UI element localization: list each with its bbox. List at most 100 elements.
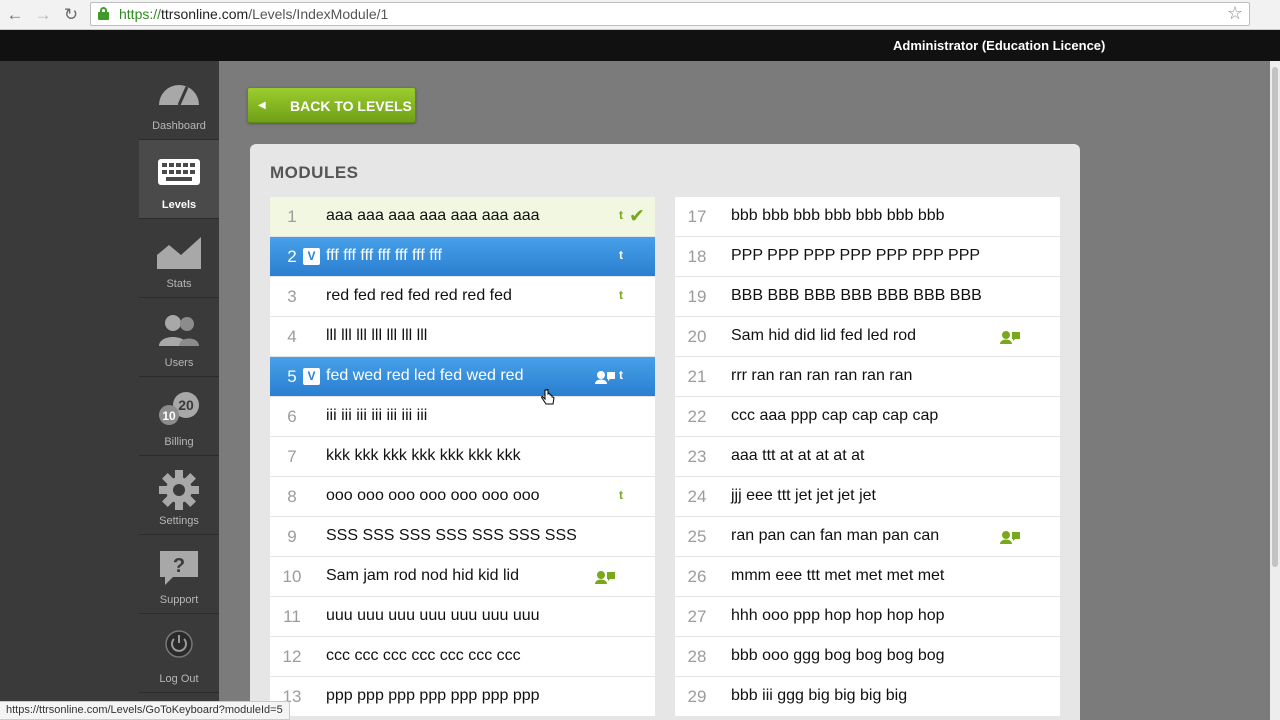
svg-text:?: ? [173, 555, 185, 577]
module-row[interactable]: 29 bbb iii ggg big big big big [675, 677, 1060, 717]
module-row[interactable]: 17 bbb bbb bbb bbb bbb bbb bbb [675, 197, 1060, 237]
module-number: 29 [687, 687, 707, 706]
sidebar-item-settings[interactable]: Settings [139, 456, 219, 535]
sidebar-item-log-out[interactable]: Log Out [139, 614, 219, 693]
sidebar-item-label: Log Out [159, 673, 199, 685]
module-number: 8 [287, 487, 297, 506]
module-row[interactable]: 5 Vfed wed red led fed wed red t [270, 357, 655, 397]
module-number: 7 [287, 447, 297, 466]
module-row[interactable]: 11 uuu uuu uuu uuu uuu uuu uuu [270, 597, 655, 637]
sidebar-item-users[interactable]: Users [139, 298, 219, 377]
module-text: rrr ran ran ran ran ran ran [731, 367, 913, 384]
sidebar-item-label: Billing [164, 436, 194, 448]
sidebar-item-levels[interactable]: Levels [139, 140, 219, 219]
module-text: aaa aaa aaa aaa aaa aaa aaa [326, 207, 540, 224]
module-number: 10 [282, 567, 302, 586]
url-text: https://ttrsonline.com/Levels/IndexModul… [119, 6, 389, 22]
module-row[interactable]: 20 Sam hid did lid fed led rod [675, 317, 1060, 357]
module-row[interactable]: 9 SSS SSS SSS SSS SSS SSS SSS [270, 517, 655, 557]
sidebar-item-billing[interactable]: 20 10 Billing [139, 377, 219, 456]
svg-text:20: 20 [178, 397, 194, 413]
user-chat-icon[interactable] [595, 570, 615, 584]
module-text: Sam hid did lid fed led rod [731, 327, 916, 344]
module-number: 26 [687, 567, 707, 586]
module-text: bbb iii ggg big big big big [731, 687, 908, 704]
module-row[interactable]: 6 iii iii iii iii iii iii iii [270, 397, 655, 437]
sidebar-item-label: Stats [166, 278, 192, 290]
scrollbar[interactable] [1270, 61, 1280, 720]
video-badge[interactable]: V [303, 368, 320, 385]
module-number: 20 [687, 327, 707, 346]
user-chat-icon[interactable] [1000, 330, 1020, 344]
bookmark-star-icon[interactable]: ☆ [1227, 3, 1243, 24]
module-row[interactable]: 1 aaa aaa aaa aaa aaa aaa aaa t ✔ [270, 197, 655, 237]
sidebar-item-label: Levels [161, 199, 197, 211]
video-badge[interactable]: V [303, 248, 320, 265]
address-bar[interactable]: https://ttrsonline.com/Levels/IndexModul… [90, 2, 1250, 26]
test-badge[interactable]: t [619, 368, 623, 382]
module-number: 17 [687, 207, 707, 226]
user-chat-icon[interactable] [1000, 530, 1020, 544]
forward-arrow-icon[interactable]: → [32, 4, 54, 26]
test-badge[interactable]: t [619, 208, 623, 222]
module-row[interactable]: 23 aaa ttt at at at at at [675, 437, 1060, 477]
svg-text:10: 10 [162, 409, 176, 423]
module-row[interactable]: 19 BBB BBB BBB BBB BBB BBB BBB [675, 277, 1060, 317]
module-text: kkk kkk kkk kkk kkk kkk kkk [326, 447, 521, 464]
test-badge[interactable]: t [619, 288, 623, 302]
browser-toolbar: ← → ↻ https://ttrsonline.com/Levels/Inde… [0, 0, 1280, 30]
module-number: 1 [287, 207, 297, 226]
module-text: bbb bbb bbb bbb bbb bbb bbb [731, 207, 945, 224]
module-row[interactable]: 8 ooo ooo ooo ooo ooo ooo ooo t [270, 477, 655, 517]
module-text: Sam jam rod nod hid kid lid [326, 567, 519, 584]
user-name[interactable]: Administrator (Education Licence) [893, 38, 1105, 53]
module-row[interactable]: 28 bbb ooo ggg bog bog bog bog [675, 637, 1060, 677]
module-row[interactable]: 4 lll lll lll lll lll lll lll [270, 317, 655, 357]
module-row[interactable]: 10 Sam jam rod nod hid kid lid [270, 557, 655, 597]
module-row[interactable]: 12 ccc ccc ccc ccc ccc ccc ccc [270, 637, 655, 677]
sidebar-item-stats[interactable]: Stats [139, 219, 219, 298]
module-text: PPP PPP PPP PPP PPP PPP PPP [731, 247, 981, 264]
modules-list-right: 17 bbb bbb bbb bbb bbb bbb bbb 18 PPP PPP P… [675, 197, 1060, 717]
gear-icon [157, 470, 201, 510]
module-text: hhh ooo ppp hop hop hop hop [731, 607, 945, 624]
module-row[interactable]: 2 Vfff fff fff fff fff fff fff t [270, 237, 655, 277]
back-to-levels-button[interactable]: ◀ BACK TO LEVELS [247, 87, 416, 123]
module-row[interactable]: 3 red fed red fed red red fed t [270, 277, 655, 317]
module-text: ppp ppp ppp ppp ppp ppp ppp [326, 687, 540, 704]
module-row[interactable]: 13 ppp ppp ppp ppp ppp ppp ppp [270, 677, 655, 717]
sidebar-item-label: Support [159, 594, 199, 606]
module-row[interactable]: 26 mmm eee ttt met met met met [675, 557, 1060, 597]
module-text: aaa ttt at at at at at [731, 447, 865, 464]
module-row[interactable]: 7 kkk kkk kkk kkk kkk kkk kkk [270, 437, 655, 477]
back-arrow-icon[interactable]: ← [4, 4, 26, 26]
module-number: 4 [287, 327, 297, 346]
sidebar-item-support[interactable]: ? Support [139, 535, 219, 614]
module-row[interactable]: 27 hhh ooo ppp hop hop hop hop [675, 597, 1060, 637]
test-badge[interactable]: t [619, 248, 623, 262]
hand-cursor-icon [541, 389, 555, 405]
module-row[interactable]: 22 ccc aaa ppp cap cap cap cap [675, 397, 1060, 437]
module-number: 9 [287, 527, 297, 546]
module-row[interactable]: 25 ran pan can fan man pan can [675, 517, 1060, 557]
keyboard-icon [157, 154, 201, 190]
reload-icon[interactable]: ↻ [60, 4, 82, 26]
module-row[interactable]: 21 rrr ran ran ran ran ran ran [675, 357, 1060, 397]
module-text: ran pan can fan man pan can [731, 527, 940, 544]
module-number: 25 [687, 527, 707, 546]
user-chat-icon[interactable] [595, 370, 615, 384]
module-row[interactable]: 24 jjj eee ttt jet jet jet jet [675, 477, 1060, 517]
module-row[interactable]: 18 PPP PPP PPP PPP PPP PPP PPP [675, 237, 1060, 277]
checkmark-icon: ✔ [629, 206, 645, 227]
scrollbar-thumb[interactable] [1272, 67, 1278, 567]
module-number: 27 [687, 607, 707, 626]
power-icon [157, 628, 201, 664]
module-number: 23 [687, 447, 707, 466]
module-text: uuu uuu uuu uuu uuu uuu uuu [326, 607, 540, 624]
module-number: 11 [283, 607, 301, 626]
module-number: 22 [687, 407, 707, 426]
module-text: ccc ccc ccc ccc ccc ccc ccc [326, 647, 521, 664]
sidebar-item-label: Dashboard [152, 120, 206, 132]
sidebar-item-dashboard[interactable]: Dashboard [139, 61, 219, 140]
test-badge[interactable]: t [619, 488, 623, 502]
